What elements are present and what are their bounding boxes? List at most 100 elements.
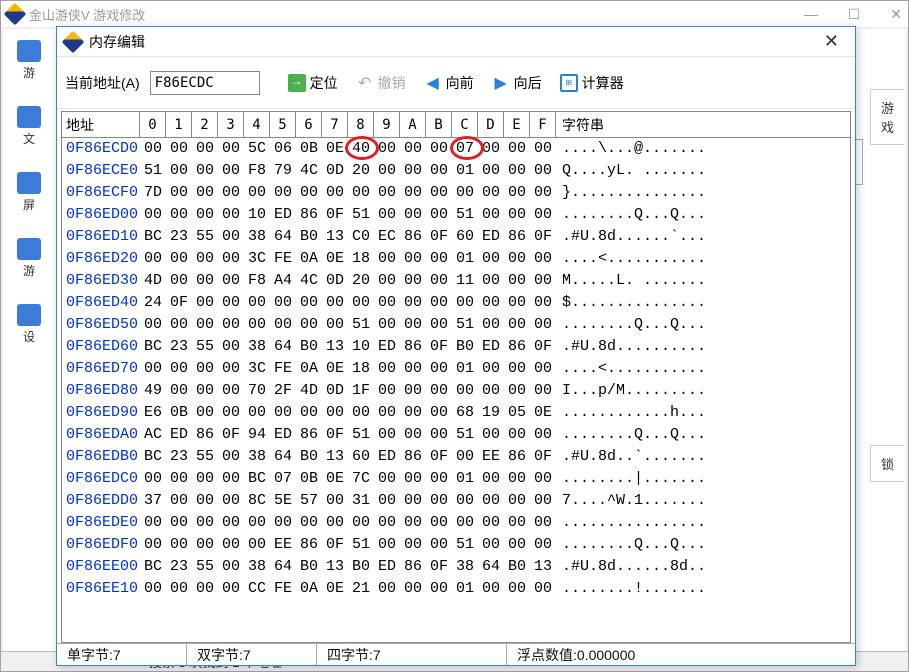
byte-cell[interactable]: 00 [374, 490, 400, 512]
byte-cell[interactable]: 0D [322, 270, 348, 292]
byte-cell[interactable]: 64 [270, 446, 296, 468]
byte-cell[interactable]: 13 [322, 556, 348, 578]
byte-cell[interactable]: 00 [296, 512, 322, 534]
byte-cell[interactable]: 00 [296, 292, 322, 314]
byte-cell[interactable]: 00 [504, 534, 530, 556]
byte-cell[interactable]: 00 [270, 182, 296, 204]
byte-cell[interactable]: 23 [166, 336, 192, 358]
byte-cell[interactable]: 00 [374, 314, 400, 336]
byte-cell[interactable]: 3C [244, 358, 270, 380]
byte-cell[interactable]: 5C [244, 138, 270, 160]
byte-cell[interactable]: 64 [270, 336, 296, 358]
byte-cell[interactable]: 31 [348, 490, 374, 512]
byte-cell[interactable]: 86 [504, 446, 530, 468]
right-tab[interactable]: 锁 [870, 445, 904, 482]
byte-cell[interactable]: 18 [348, 248, 374, 270]
byte-cell[interactable]: 38 [244, 226, 270, 248]
byte-cell[interactable]: ED [478, 336, 504, 358]
byte-cell[interactable]: 00 [192, 512, 218, 534]
byte-cell[interactable]: 00 [166, 358, 192, 380]
byte-cell[interactable]: 00 [400, 270, 426, 292]
byte-cell[interactable]: 00 [322, 314, 348, 336]
byte-cell[interactable]: 00 [504, 468, 530, 490]
byte-cell[interactable]: 0E [322, 248, 348, 270]
byte-cell[interactable]: 00 [218, 160, 244, 182]
byte-cell[interactable]: 00 [504, 248, 530, 270]
byte-cell[interactable]: 00 [374, 424, 400, 446]
byte-cell[interactable]: 86 [296, 424, 322, 446]
byte-cell[interactable]: 0A [296, 248, 322, 270]
byte-cell[interactable]: 00 [400, 248, 426, 270]
byte-cell[interactable]: 00 [244, 402, 270, 424]
byte-cell[interactable]: B0 [296, 336, 322, 358]
byte-cell[interactable]: 55 [192, 556, 218, 578]
byte-cell[interactable]: 00 [452, 380, 478, 402]
byte-cell[interactable]: 00 [478, 358, 504, 380]
byte-cell[interactable]: 00 [348, 292, 374, 314]
byte-cell[interactable]: 00 [400, 468, 426, 490]
byte-cell[interactable]: 00 [218, 534, 244, 556]
byte-cell[interactable]: 86 [192, 424, 218, 446]
byte-cell[interactable]: 40 [348, 138, 374, 160]
byte-cell[interactable]: 00 [504, 578, 530, 600]
byte-cell[interactable]: BC [140, 446, 166, 468]
byte-cell[interactable]: 00 [530, 468, 556, 490]
byte-cell[interactable]: 00 [530, 358, 556, 380]
byte-cell[interactable]: 00 [478, 534, 504, 556]
byte-cell[interactable]: 00 [192, 534, 218, 556]
byte-cell[interactable]: 00 [504, 424, 530, 446]
byte-cell[interactable]: 00 [426, 380, 452, 402]
byte-cell[interactable]: 00 [504, 292, 530, 314]
byte-cell[interactable]: 13 [322, 446, 348, 468]
locate-button[interactable]: 定位 [282, 69, 344, 97]
byte-cell[interactable]: 00 [192, 292, 218, 314]
byte-cell[interactable]: 00 [166, 512, 192, 534]
byte-cell[interactable]: 64 [270, 556, 296, 578]
hex-row[interactable]: 0F86ED8049000000702F4D0D1F00000000000000… [62, 380, 850, 402]
byte-cell[interactable]: 00 [478, 490, 504, 512]
byte-cell[interactable]: ED [166, 424, 192, 446]
byte-cell[interactable]: 00 [322, 512, 348, 534]
byte-cell[interactable]: 00 [322, 292, 348, 314]
byte-cell[interactable]: 0D [322, 160, 348, 182]
byte-cell[interactable]: 00 [166, 138, 192, 160]
byte-cell[interactable]: 49 [140, 380, 166, 402]
byte-cell[interactable]: 00 [166, 204, 192, 226]
byte-cell[interactable]: 0D [322, 380, 348, 402]
byte-cell[interactable]: 51 [348, 204, 374, 226]
byte-cell[interactable]: 2F [270, 380, 296, 402]
byte-cell[interactable]: 7C [348, 468, 374, 490]
byte-cell[interactable]: 00 [530, 490, 556, 512]
byte-cell[interactable]: 00 [244, 314, 270, 336]
byte-cell[interactable]: 38 [244, 336, 270, 358]
byte-cell[interactable]: 00 [530, 292, 556, 314]
byte-cell[interactable]: 00 [400, 402, 426, 424]
byte-cell[interactable]: 00 [530, 248, 556, 270]
byte-cell[interactable]: 00 [374, 534, 400, 556]
byte-cell[interactable]: 00 [192, 314, 218, 336]
hex-row[interactable]: 0F86ED40240F0000000000000000000000000000… [62, 292, 850, 314]
byte-cell[interactable]: 00 [192, 182, 218, 204]
byte-cell[interactable]: 00 [452, 292, 478, 314]
byte-cell[interactable]: 0F [530, 336, 556, 358]
byte-cell[interactable]: 00 [452, 446, 478, 468]
byte-cell[interactable]: 86 [504, 226, 530, 248]
byte-cell[interactable]: 00 [400, 138, 426, 160]
byte-cell[interactable]: 00 [400, 380, 426, 402]
hex-row[interactable]: 0F86EDF00000000000EE860F5100000051000000… [62, 534, 850, 556]
byte-cell[interactable]: 00 [218, 402, 244, 424]
byte-cell[interactable]: 00 [504, 204, 530, 226]
hex-row[interactable]: 0F86ED60BC2355003864B01310ED860FB0ED860F… [62, 336, 850, 358]
byte-cell[interactable]: 0E [322, 578, 348, 600]
byte-cell[interactable]: 23 [166, 446, 192, 468]
byte-cell[interactable]: B0 [348, 556, 374, 578]
byte-cell[interactable]: 00 [478, 138, 504, 160]
byte-cell[interactable]: 00 [530, 138, 556, 160]
byte-cell[interactable]: 86 [296, 204, 322, 226]
byte-cell[interactable]: 00 [374, 160, 400, 182]
byte-cell[interactable]: 21 [348, 578, 374, 600]
byte-cell[interactable]: 0F [322, 534, 348, 556]
byte-cell[interactable]: 01 [452, 358, 478, 380]
byte-cell[interactable]: 0E [322, 468, 348, 490]
byte-cell[interactable]: 01 [452, 468, 478, 490]
